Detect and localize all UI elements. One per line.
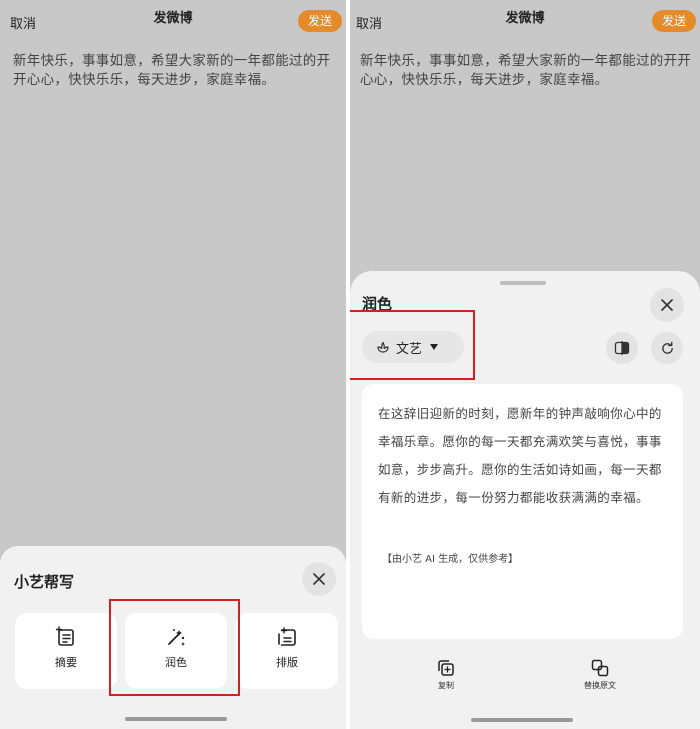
send-button[interactable]: 发送 xyxy=(298,10,342,32)
page-title: 发微博 xyxy=(153,11,193,26)
summary-icon xyxy=(55,626,74,646)
close-icon xyxy=(313,573,325,585)
top-bar: 取消 发微博 发送 xyxy=(0,0,346,40)
right-screen: 取消 发微博 发送 新年快乐，事事如意，希望大家新的一年都能过的开开心心，快快乐… xyxy=(350,0,700,729)
post-text[interactable]: 新年快乐，事事如意，希望大家新的一年都能过的开开心心，快快乐乐，每天进步，家庭幸… xyxy=(13,52,339,90)
ai-disclaimer: 【由小艺 AI 生成，仅供参考】 xyxy=(382,554,519,565)
post-text[interactable]: 新年快乐，事事如意，希望大家新的一年都能过的开开心心，快快乐乐，每天进步，家庭幸… xyxy=(360,52,695,90)
layout-icon xyxy=(278,627,296,646)
top-bar: 取消 发微博 发送 xyxy=(350,0,700,40)
home-indicator[interactable] xyxy=(471,718,573,722)
replace-label: 替换原文 xyxy=(584,681,616,690)
polished-result-card: 在这辞旧迎新的时刻，愿新年的钟声敲响你心中的幸福乐章。愿你的每一天都充满欢笑与喜… xyxy=(362,384,683,639)
summary-label: 摘要 xyxy=(55,656,77,669)
compare-icon xyxy=(614,341,630,355)
left-screen: 取消 发微博 发送 新年快乐，事事如意，希望大家新的一年都能过的开开心心，快快乐… xyxy=(0,0,346,729)
summary-button[interactable]: 摘要 xyxy=(15,613,117,689)
sheet-title: 小艺帮写 xyxy=(14,573,75,591)
layout-label: 排版 xyxy=(276,656,298,669)
highlight-box xyxy=(109,599,240,696)
polished-text[interactable]: 在这辞旧迎新的时刻，愿新年的钟声敲响你心中的幸福乐章。愿你的每一天都充满欢笑与喜… xyxy=(378,400,670,512)
drag-handle[interactable] xyxy=(500,281,546,285)
close-icon xyxy=(661,299,673,311)
layout-button[interactable]: 排版 xyxy=(236,613,338,689)
copy-button[interactable]: 复制 xyxy=(416,658,476,691)
replace-button[interactable]: 替换原文 xyxy=(570,658,630,691)
polish-sheet: 润色 文艺 在这辞旧迎新的时刻，愿新年的钟声敲响你心中的幸福乐章。愿你的每一天都… xyxy=(350,271,700,729)
close-button[interactable] xyxy=(650,288,684,322)
compare-button[interactable] xyxy=(606,332,638,364)
writing-assistant-sheet: 小艺帮写 摘要 润色 排版 xyxy=(0,546,346,729)
regenerate-button[interactable] xyxy=(651,332,683,364)
replace-icon xyxy=(591,659,609,677)
close-button[interactable] xyxy=(302,562,336,596)
refresh-icon xyxy=(661,341,673,354)
screenshot-comparison: 取消 发微博 发送 新年快乐，事事如意，希望大家新的一年都能过的开开心心，快快乐… xyxy=(0,0,700,729)
copy-icon xyxy=(438,660,454,676)
copy-label: 复制 xyxy=(438,681,454,690)
send-button[interactable]: 发送 xyxy=(652,10,696,32)
home-indicator[interactable] xyxy=(125,717,227,721)
highlight-box xyxy=(350,310,475,380)
page-title: 发微博 xyxy=(505,11,545,26)
